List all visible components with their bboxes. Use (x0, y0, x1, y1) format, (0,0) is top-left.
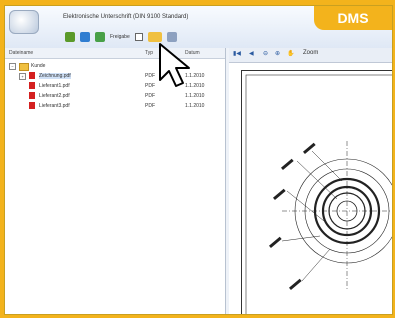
pdf-viewer: ▮◀ ◀ ⊖ ⊕ ✋ Zoom (229, 48, 392, 314)
folder-icon (19, 63, 29, 71)
drawing-svg (245, 74, 392, 314)
file-type: PDF (145, 103, 155, 109)
list-item[interactable]: Lieferant3.pdf PDF 1.1.2010 (5, 102, 225, 111)
prev-page-icon[interactable]: ◀ (249, 50, 254, 57)
file-type: PDF (145, 73, 155, 79)
mouse-pointer-icon (159, 43, 190, 87)
zoom-label[interactable]: Zoom (303, 50, 318, 56)
save-icon[interactable] (65, 32, 75, 42)
titlebar: Elektronische Unterschrift (DIN 9100 Sta… (5, 6, 392, 48)
refresh-icon[interactable] (80, 32, 90, 42)
pdf-icon (29, 92, 35, 99)
window-title: Elektronische Unterschrift (DIN 9100 Sta… (63, 14, 189, 20)
file-name: Lieferant3.pdf (39, 103, 70, 109)
app-window: Elektronische Unterschrift (DIN 9100 Sta… (4, 5, 393, 315)
file-type: PDF (145, 83, 155, 89)
file-date: 1.1.2010 (185, 103, 205, 109)
technical-drawing (241, 70, 392, 314)
hand-icon[interactable]: ✋ (287, 50, 294, 57)
app-logo[interactable] (9, 10, 39, 34)
tree-root-label: Kunde (31, 63, 46, 69)
col-name[interactable]: Dateiname (9, 50, 33, 56)
expand-icon[interactable]: + (19, 73, 26, 80)
zoom-in-icon[interactable]: ⊕ (275, 50, 280, 57)
dms-badge: DMS (314, 6, 392, 30)
file-name: Zeichnung.pdf (39, 73, 71, 79)
first-page-icon[interactable]: ▮◀ (233, 50, 241, 57)
settings-icon[interactable] (166, 32, 177, 42)
viewer-toolbar: ▮◀ ◀ ⊖ ⊕ ✋ Zoom (229, 48, 392, 63)
sign-label[interactable]: Freigabe (110, 34, 130, 40)
file-name: Lieferant2.pdf (39, 93, 70, 99)
collapse-icon[interactable]: − (9, 63, 16, 70)
file-name: Lieferant1.pdf (39, 83, 70, 89)
pdf-icon (29, 102, 35, 109)
frame: Elektronische Unterschrift (DIN 9100 Sta… (0, 0, 395, 318)
folder-icon[interactable] (147, 32, 162, 42)
list-item[interactable]: Lieferant2.pdf PDF 1.1.2010 (5, 92, 225, 101)
pdf-icon (29, 82, 35, 89)
ribbon-checkbox[interactable] (134, 33, 143, 41)
check-icon[interactable] (95, 32, 105, 42)
file-type: PDF (145, 93, 155, 99)
pdf-icon (29, 72, 35, 79)
col-type[interactable]: Typ (145, 50, 153, 56)
file-date: 1.1.2010 (185, 93, 205, 99)
zoom-out-icon[interactable]: ⊖ (263, 50, 268, 57)
